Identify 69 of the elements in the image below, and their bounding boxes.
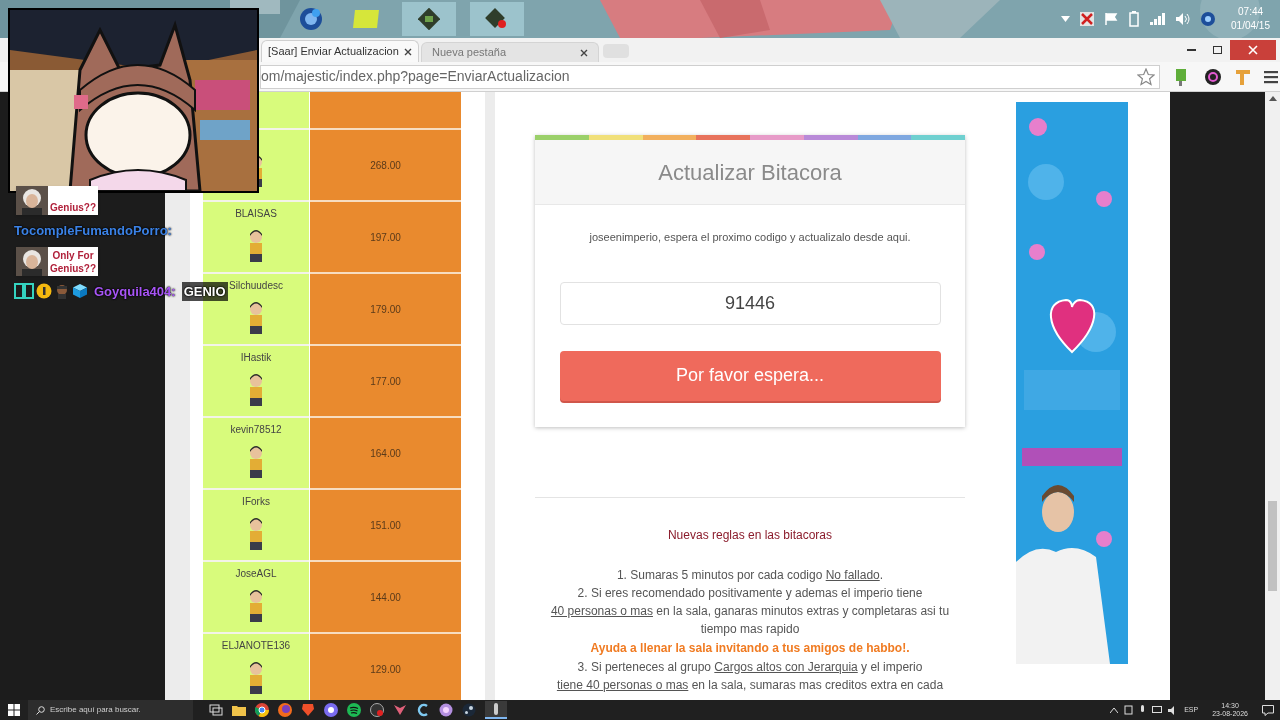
user-name: kevin78512 (230, 423, 282, 437)
menu-icon[interactable] (1264, 69, 1278, 84)
browser-tab[interactable]: Nueva pestaña (421, 42, 599, 62)
score-cell: 151.00 (310, 490, 461, 562)
avatar-icon (247, 373, 265, 407)
score-cell: 268.00 (310, 130, 461, 202)
user-name: Silchuudesc (229, 279, 283, 293)
music-app-icon[interactable] (347, 703, 361, 717)
star-icon[interactable] (1137, 67, 1155, 86)
link[interactable]: tiene 40 personas o mas (556, 677, 689, 692)
browser-tab[interactable]: [Saar] Enviar Actualizacion (261, 40, 419, 62)
user-name: JoseAGL (235, 567, 277, 581)
score-cell: 179.00 (310, 274, 461, 346)
card-title: Actualizar Bitacora (658, 158, 842, 187)
score-cell: 129.00 (310, 634, 461, 700)
rules-heading: Nuevas reglas en las bitacoras (667, 526, 833, 544)
close-icon[interactable] (580, 48, 588, 57)
score-cell: 197.00 (310, 202, 461, 274)
microphone-icon[interactable] (1139, 705, 1147, 715)
link[interactable]: 40 personas o mas (550, 603, 653, 618)
avatar-icon (247, 661, 265, 695)
app-icon[interactable] (370, 703, 384, 717)
search-field[interactable]: Escribe aquí para buscar. (28, 700, 193, 720)
notification-icon[interactable] (1262, 704, 1274, 716)
avatar-icon (247, 445, 265, 479)
rule-text: 1. Sumaras 5 minutos por cada codigo No fallado. (616, 566, 884, 584)
chevron-up-icon[interactable] (1110, 707, 1119, 713)
search-icon (36, 705, 45, 715)
app-icon[interactable] (324, 703, 338, 717)
rule-text: 2. Si eres recomendado positivamente y ademas el imperio tiene 40 personas o mas en la sala, ganaras minutos extras y completaras asi tu tiempo mas rapido (550, 584, 950, 638)
user-name: ELJANOTE136 (221, 639, 291, 653)
close-icon[interactable] (404, 47, 412, 56)
score-cell: 144.00 (310, 562, 461, 634)
folder-icon[interactable] (232, 704, 246, 716)
tray-icon[interactable] (1124, 705, 1134, 715)
figure-icon (54, 283, 70, 300)
avatar-icon (247, 589, 265, 623)
close-icon (1248, 45, 1258, 55)
taskbar-app-icon[interactable] (485, 701, 507, 719)
user-name: BLAISAS (235, 207, 277, 221)
score-cell: 177.00 (310, 346, 461, 418)
task-view-icon[interactable] (209, 704, 223, 716)
link[interactable]: No fallado (825, 567, 880, 582)
browser-icon[interactable] (255, 703, 269, 717)
network-icon[interactable] (1152, 705, 1163, 715)
scroll-up-icon[interactable] (1268, 96, 1277, 101)
link[interactable]: Cargos altos con Jerarquia (714, 659, 858, 674)
cube-icon (72, 283, 88, 300)
code-field[interactable]: 91446 (559, 281, 941, 325)
windows-start-icon[interactable] (8, 704, 20, 716)
app-icon[interactable] (416, 703, 430, 717)
avatar-icon (247, 229, 265, 263)
avatar-icon (247, 517, 265, 551)
shield-icon[interactable] (301, 703, 315, 717)
scrollbar[interactable] (1265, 92, 1280, 700)
avatar-icon (247, 301, 265, 335)
card-message: joseenimperio, espera el proximo codigo y actualizalo desde aqui. (589, 230, 911, 245)
address-field[interactable]: om/majestic/index.php?page=EnviarActualizacion (260, 64, 1160, 89)
game-store-icon[interactable] (462, 703, 476, 717)
coin-icon (36, 283, 52, 300)
app-icon[interactable] (439, 703, 453, 717)
user-name: IHastik (240, 351, 272, 365)
user-name: IForks (242, 495, 270, 509)
notice-text: Ayuda a llenar la sala invitando a tus amigos de habbo!. (590, 639, 910, 657)
badge-icon (14, 283, 34, 300)
rule-text: 3. Si perteneces al grupo Cargos altos con Jerarquia y el imperio tiene 40 personas o mas en la sala, sumaras mas creditos extra en cada (555, 658, 945, 694)
score-cell: 164.00 (310, 418, 461, 490)
extension-icon[interactable] (1204, 67, 1222, 86)
scrollbar-thumb[interactable] (1268, 501, 1277, 591)
